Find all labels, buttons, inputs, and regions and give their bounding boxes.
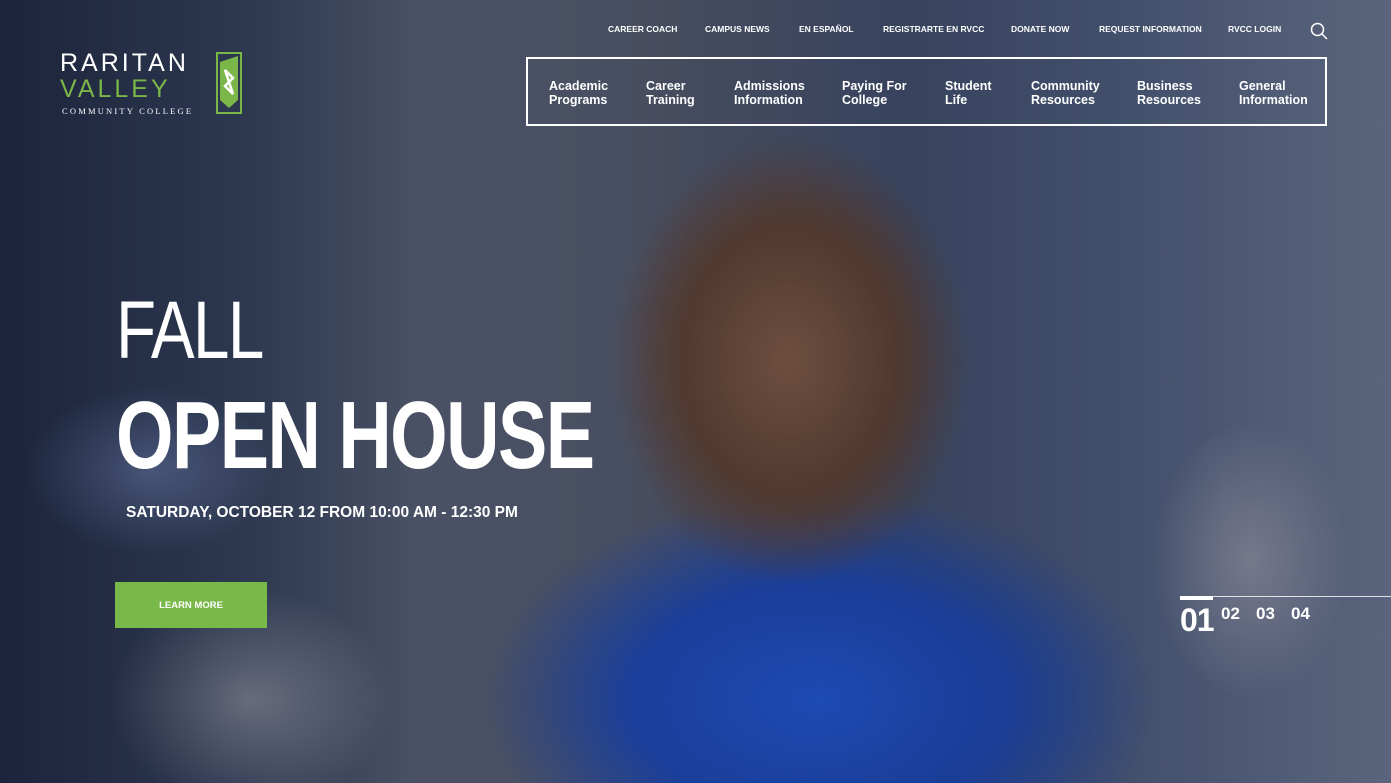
search-icon[interactable] [1310,22,1328,40]
nav-label-line2: Resources [1031,93,1095,107]
nav-label-line2: Programs [549,93,608,107]
nav-label-line2: Information [1239,93,1308,107]
nav-label-line2: College [842,93,888,107]
nav-label-line2: Resources [1137,93,1201,107]
nav-label-line1: Community [1031,79,1100,93]
nav-label-line1: Business [1137,79,1193,93]
nav-label-line2: Life [945,93,968,107]
main-nav: Academic Programs Career Training Admiss… [526,57,1327,126]
nav-item-community-resources[interactable]: Community Resources [1031,79,1100,107]
nav-label-line1: General [1239,79,1286,93]
slide-indicator-03[interactable]: 03 [1256,604,1275,624]
nav-item-general-information[interactable]: General Information [1239,79,1308,107]
learn-more-button[interactable]: LEARN MORE [115,582,267,628]
nav-label-line1: Student [945,79,992,93]
utility-link-campus-news[interactable]: CAMPUS NEWS [705,24,770,34]
nav-item-student-life[interactable]: Student Life [945,79,992,107]
slide-indicator-active[interactable]: 01 [1180,602,1215,639]
nav-item-career-training[interactable]: Career Training [646,79,695,107]
utility-link-en-espanol[interactable]: EN ESPAÑOL [799,24,854,34]
nav-label-line1: Paying For [842,79,907,93]
nav-label-line2: Training [646,93,695,107]
utility-link-career-coach[interactable]: CAREER COACH [608,24,677,34]
utility-link-donate-now[interactable]: DONATE NOW [1011,24,1069,34]
logo-line-raritan: RARITAN [60,49,189,77]
nav-item-admissions-information[interactable]: Admissions Information [734,79,805,107]
nav-item-academic-programs[interactable]: Academic Programs [549,79,608,107]
nav-label-line1: Admissions [734,79,805,93]
nav-label-line1: Career [646,79,686,93]
nav-item-business-resources[interactable]: Business Resources [1137,79,1201,107]
hero-date: SATURDAY, OCTOBER 12 FROM 10:00 AM - 12:… [126,504,518,521]
nav-item-paying-for-college[interactable]: Paying For College [842,79,907,107]
utility-link-rvcc-login[interactable]: RVCC LOGIN [1228,24,1281,34]
slider-active-bar [1180,596,1213,600]
slide-indicator-02[interactable]: 02 [1221,604,1240,624]
utility-link-request-information[interactable]: REQUEST INFORMATION [1099,24,1202,34]
nav-label-line2: Information [734,93,803,107]
hero-kicker: FALL [116,285,264,376]
logo-line-community-college: COMMUNITY COLLEGE [62,106,194,116]
college-logo[interactable]: RARITAN VALLEY COMMUNITY COLLEGE [60,50,245,120]
slide-indicator-04[interactable]: 04 [1291,604,1310,624]
logo-mark-icon [216,52,242,114]
hero-headline: OPEN HOUSE [116,382,595,489]
nav-label-line1: Academic [549,79,609,93]
utility-link-registrarte[interactable]: REGISTRARTE EN RVCC [883,24,984,34]
logo-line-valley: VALLEY [60,75,171,103]
